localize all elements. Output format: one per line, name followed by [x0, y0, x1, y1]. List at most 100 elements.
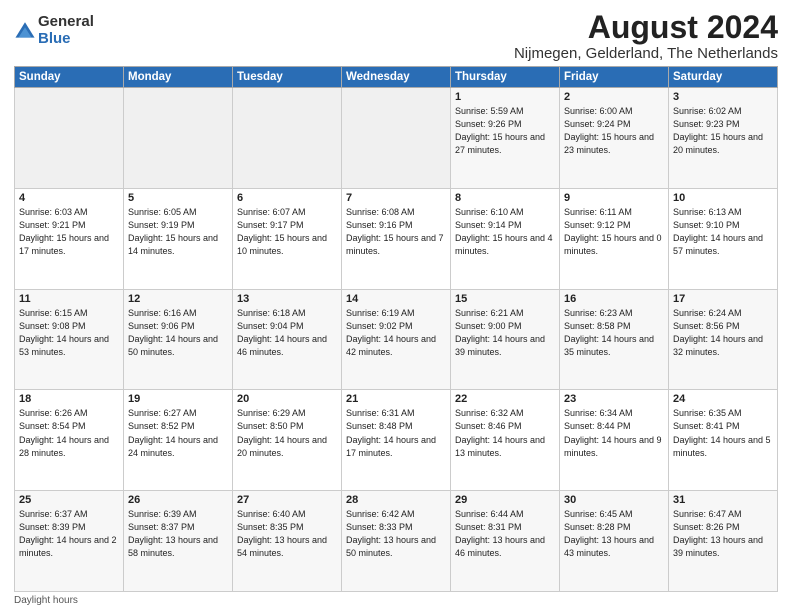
day-number: 18 — [19, 393, 119, 405]
day-number: 21 — [346, 393, 446, 405]
day-number: 6 — [237, 192, 337, 204]
calendar-cell: 8 Sunrise: 6:10 AM Sunset: 9:14 PM Daylig… — [451, 188, 560, 289]
col-sunday: Sunday — [15, 67, 124, 88]
logo-icon — [14, 20, 36, 42]
calendar-cell: 23 Sunrise: 6:34 AM Sunset: 8:44 PM Dayli… — [560, 390, 669, 491]
day-number: 1 — [455, 91, 555, 103]
page: General Blue August 2024 Nijmegen, Gelde… — [0, 0, 792, 612]
calendar-cell: 1 Sunrise: 5:59 AM Sunset: 9:26 PM Daylig… — [451, 88, 560, 189]
calendar-cell: 19 Sunrise: 6:27 AM Sunset: 8:52 PM Dayli… — [124, 390, 233, 491]
day-number: 27 — [237, 494, 337, 506]
calendar-cell: 11 Sunrise: 6:15 AM Sunset: 9:08 PM Dayli… — [15, 289, 124, 390]
col-monday: Monday — [124, 67, 233, 88]
day-info: Sunrise: 6:02 AM Sunset: 9:23 PM Dayligh… — [673, 105, 773, 157]
day-info: Sunrise: 5:59 AM Sunset: 9:26 PM Dayligh… — [455, 105, 555, 157]
calendar-cell: 24 Sunrise: 6:35 AM Sunset: 8:41 PM Dayli… — [669, 390, 778, 491]
day-info: Sunrise: 6:40 AM Sunset: 8:35 PM Dayligh… — [237, 508, 337, 560]
day-number: 19 — [128, 393, 228, 405]
logo-text: General Blue — [38, 14, 94, 47]
calendar-cell: 31Sunrise: 6:47 AM Sunset: 8:26 PM Dayli… — [669, 491, 778, 592]
calendar-cell: 28 Sunrise: 6:42 AM Sunset: 8:33 PM Dayli… — [342, 491, 451, 592]
day-number: 8 — [455, 192, 555, 204]
day-info: Sunrise: 6:11 AM Sunset: 9:12 PM Dayligh… — [564, 206, 664, 258]
day-info: Sunrise: 6:07 AM Sunset: 9:17 PM Dayligh… — [237, 206, 337, 258]
calendar-week-row-0: 1 Sunrise: 5:59 AM Sunset: 9:26 PM Daylig… — [15, 88, 778, 189]
day-number: 23 — [564, 393, 664, 405]
calendar-week-row-2: 11 Sunrise: 6:15 AM Sunset: 9:08 PM Dayli… — [15, 289, 778, 390]
day-number: 5 — [128, 192, 228, 204]
calendar-cell: 14Sunrise: 6:19 AM Sunset: 9:02 PM Dayli… — [342, 289, 451, 390]
day-number: 24 — [673, 393, 773, 405]
calendar-cell: 25 Sunrise: 6:37 AM Sunset: 8:39 PM Dayli… — [15, 491, 124, 592]
calendar-cell: 16Sunrise: 6:23 AM Sunset: 8:58 PM Dayli… — [560, 289, 669, 390]
day-info: Sunrise: 6:15 AM Sunset: 9:08 PM Dayligh… — [19, 307, 119, 359]
day-info: Sunrise: 6:29 AM Sunset: 8:50 PM Dayligh… — [237, 407, 337, 459]
day-info: Sunrise: 6:05 AM Sunset: 9:19 PM Dayligh… — [128, 206, 228, 258]
day-info: Sunrise: 6:47 AM Sunset: 8:26 PM Dayligh… — [673, 508, 773, 560]
day-info: Sunrise: 6:32 AM Sunset: 8:46 PM Dayligh… — [455, 407, 555, 459]
col-saturday: Saturday — [669, 67, 778, 88]
header: General Blue August 2024 Nijmegen, Gelde… — [14, 10, 778, 62]
day-number: 30 — [564, 494, 664, 506]
calendar-cell: 27 Sunrise: 6:40 AM Sunset: 8:35 PM Dayli… — [233, 491, 342, 592]
calendar-cell: 22Sunrise: 6:32 AM Sunset: 8:46 PM Dayli… — [451, 390, 560, 491]
day-info: Sunrise: 6:45 AM Sunset: 8:28 PM Dayligh… — [564, 508, 664, 560]
day-info: Sunrise: 6:34 AM Sunset: 8:44 PM Dayligh… — [564, 407, 664, 459]
logo: General Blue — [14, 14, 94, 47]
calendar-cell — [342, 88, 451, 189]
day-info: Sunrise: 6:37 AM Sunset: 8:39 PM Dayligh… — [19, 508, 119, 560]
day-info: Sunrise: 6:03 AM Sunset: 9:21 PM Dayligh… — [19, 206, 119, 258]
col-tuesday: Tuesday — [233, 67, 342, 88]
day-number: 20 — [237, 393, 337, 405]
day-info: Sunrise: 6:24 AM Sunset: 8:56 PM Dayligh… — [673, 307, 773, 359]
logo-general-text: General — [38, 14, 94, 31]
calendar-cell: 29Sunrise: 6:44 AM Sunset: 8:31 PM Dayli… — [451, 491, 560, 592]
day-number: 10 — [673, 192, 773, 204]
day-number: 25 — [19, 494, 119, 506]
day-number: 26 — [128, 494, 228, 506]
calendar-cell: 7Sunrise: 6:08 AM Sunset: 9:16 PM Daylig… — [342, 188, 451, 289]
day-info: Sunrise: 6:31 AM Sunset: 8:48 PM Dayligh… — [346, 407, 446, 459]
calendar-cell — [124, 88, 233, 189]
day-number: 17 — [673, 293, 773, 305]
day-number: 28 — [346, 494, 446, 506]
calendar-cell: 15Sunrise: 6:21 AM Sunset: 9:00 PM Dayli… — [451, 289, 560, 390]
day-number: 3 — [673, 91, 773, 103]
calendar-cell: 17 Sunrise: 6:24 AM Sunset: 8:56 PM Dayli… — [669, 289, 778, 390]
calendar-week-row-4: 25 Sunrise: 6:37 AM Sunset: 8:39 PM Dayli… — [15, 491, 778, 592]
calendar-week-row-1: 4Sunrise: 6:03 AM Sunset: 9:21 PM Daylig… — [15, 188, 778, 289]
col-friday: Friday — [560, 67, 669, 88]
day-number: 29 — [455, 494, 555, 506]
day-info: Sunrise: 6:13 AM Sunset: 9:10 PM Dayligh… — [673, 206, 773, 258]
day-info: Sunrise: 6:42 AM Sunset: 8:33 PM Dayligh… — [346, 508, 446, 560]
main-title: August 2024 — [514, 10, 778, 45]
day-number: 11 — [19, 293, 119, 305]
day-number: 9 — [564, 192, 664, 204]
day-info: Sunrise: 6:10 AM Sunset: 9:14 PM Dayligh… — [455, 206, 555, 258]
calendar-cell: 18Sunrise: 6:26 AM Sunset: 8:54 PM Dayli… — [15, 390, 124, 491]
calendar-cell — [15, 88, 124, 189]
day-number: 2 — [564, 91, 664, 103]
calendar-cell: 20 Sunrise: 6:29 AM Sunset: 8:50 PM Dayli… — [233, 390, 342, 491]
day-info: Sunrise: 6:27 AM Sunset: 8:52 PM Dayligh… — [128, 407, 228, 459]
calendar-header-row: Sunday Monday Tuesday Wednesday Thursday… — [15, 67, 778, 88]
calendar-cell: 9 Sunrise: 6:11 AM Sunset: 9:12 PM Daylig… — [560, 188, 669, 289]
calendar-cell: 26Sunrise: 6:39 AM Sunset: 8:37 PM Dayli… — [124, 491, 233, 592]
calendar-cell: 3 Sunrise: 6:02 AM Sunset: 9:23 PM Daylig… — [669, 88, 778, 189]
day-info: Sunrise: 6:35 AM Sunset: 8:41 PM Dayligh… — [673, 407, 773, 459]
day-info: Sunrise: 6:00 AM Sunset: 9:24 PM Dayligh… — [564, 105, 664, 157]
calendar-cell: 12 Sunrise: 6:16 AM Sunset: 9:06 PM Dayli… — [124, 289, 233, 390]
title-block: August 2024 Nijmegen, Gelderland, The Ne… — [514, 10, 778, 62]
calendar-cell: 21 Sunrise: 6:31 AM Sunset: 8:48 PM Dayli… — [342, 390, 451, 491]
footer-note: Daylight hours — [14, 595, 778, 606]
day-info: Sunrise: 6:08 AM Sunset: 9:16 PM Dayligh… — [346, 206, 446, 258]
day-info: Sunrise: 6:19 AM Sunset: 9:02 PM Dayligh… — [346, 307, 446, 359]
calendar-cell: 6 Sunrise: 6:07 AM Sunset: 9:17 PM Daylig… — [233, 188, 342, 289]
day-number: 12 — [128, 293, 228, 305]
calendar-cell: 2 Sunrise: 6:00 AM Sunset: 9:24 PM Daylig… — [560, 88, 669, 189]
day-number: 13 — [237, 293, 337, 305]
calendar-week-row-3: 18Sunrise: 6:26 AM Sunset: 8:54 PM Dayli… — [15, 390, 778, 491]
calendar-cell: 13Sunrise: 6:18 AM Sunset: 9:04 PM Dayli… — [233, 289, 342, 390]
day-info: Sunrise: 6:16 AM Sunset: 9:06 PM Dayligh… — [128, 307, 228, 359]
logo-blue-text: Blue — [38, 31, 94, 48]
